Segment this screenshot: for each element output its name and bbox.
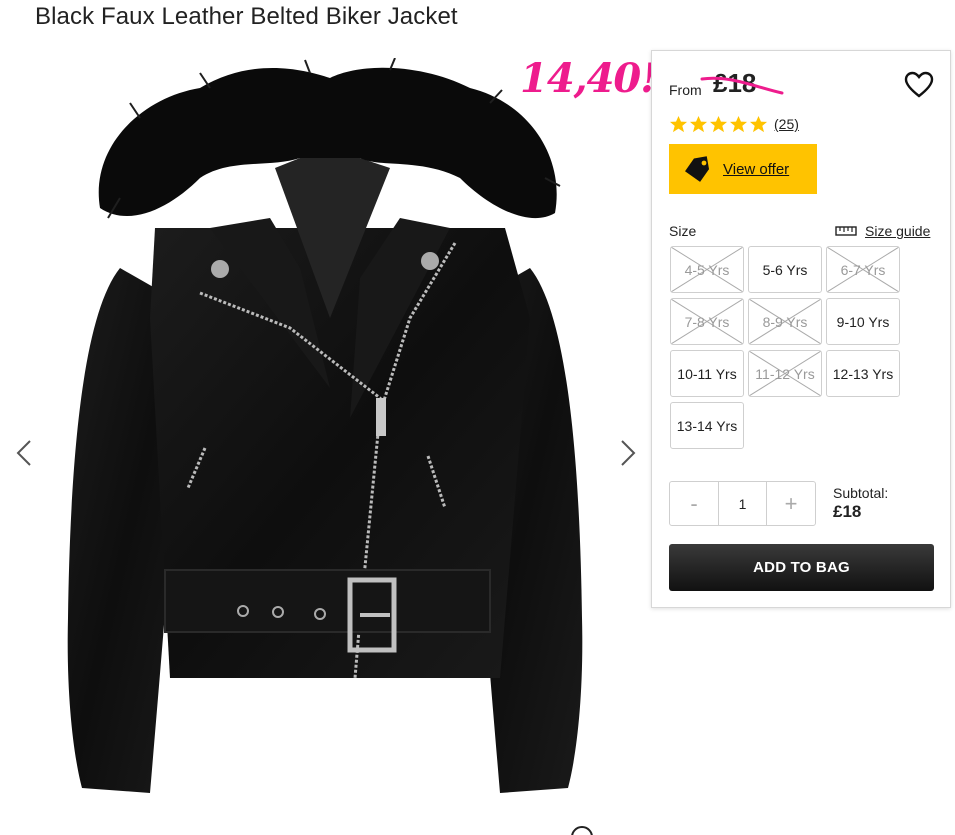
star-icon	[689, 115, 708, 133]
rating-stars	[669, 115, 768, 134]
size-option[interactable]: 11-12 Yrs	[748, 350, 822, 397]
size-option-label: 13-14 Yrs	[676, 417, 738, 434]
quantity-increase-button[interactable]: +	[767, 482, 815, 525]
product-title: Black Faux Leather Belted Biker Jacket	[35, 3, 458, 30]
chevron-right-icon[interactable]	[612, 433, 642, 473]
size-option-label: 5-6 Yrs	[762, 261, 808, 278]
size-option[interactable]: 7-8 Yrs	[670, 298, 744, 345]
product-image	[67, 58, 583, 793]
size-option[interactable]: 5-6 Yrs	[748, 246, 822, 293]
size-option[interactable]: 9-10 Yrs	[826, 298, 900, 345]
info-icon[interactable]	[571, 826, 593, 835]
subtotal-label: Subtotal:	[833, 485, 889, 501]
subtotal-value: £18	[833, 502, 862, 521]
original-price: £18	[713, 68, 757, 98]
size-option[interactable]: 6-7 Yrs	[826, 246, 900, 293]
size-option-label: 4-5 Yrs	[684, 261, 730, 278]
size-option[interactable]: 10-11 Yrs	[670, 350, 744, 397]
heart-icon[interactable]	[904, 71, 934, 99]
size-option-label: 10-11 Yrs	[677, 365, 737, 382]
handwritten-promo-price: 14,40!	[520, 55, 658, 102]
tag-icon	[685, 156, 710, 182]
size-option-label: 11-12 Yrs	[755, 365, 815, 382]
chevron-left-icon[interactable]	[10, 433, 40, 473]
purchase-panel: From £18 (25) View offer Size Size guide	[651, 50, 951, 608]
review-count-link[interactable]: (25)	[774, 116, 799, 132]
ruler-icon	[835, 226, 857, 236]
size-option-label: 7-8 Yrs	[684, 313, 730, 330]
star-icon	[709, 115, 728, 133]
size-guide-link[interactable]: Size guide	[835, 223, 930, 239]
quantity-decrease-button[interactable]: -	[670, 482, 718, 525]
size-option-label: 9-10 Yrs	[836, 313, 890, 330]
price-from-label: From	[669, 82, 702, 98]
add-to-bag-button[interactable]: ADD TO BAG	[669, 544, 934, 591]
size-option[interactable]: 8-9 Yrs	[748, 298, 822, 345]
view-offer-button[interactable]: View offer	[669, 144, 817, 194]
size-option-label: 12-13 Yrs	[832, 365, 894, 382]
quantity-stepper: - 1 +	[669, 481, 816, 526]
size-option[interactable]: 13-14 Yrs	[670, 402, 744, 449]
star-icon	[729, 115, 748, 133]
size-guide-label: Size guide	[865, 223, 931, 239]
size-option[interactable]: 12-13 Yrs	[826, 350, 900, 397]
view-offer-label: View offer	[723, 160, 790, 178]
size-option[interactable]: 4-5 Yrs	[670, 246, 744, 293]
size-option-label: 6-7 Yrs	[840, 261, 886, 278]
star-icon	[669, 115, 688, 133]
size-label: Size	[669, 223, 697, 239]
size-option-label: 8-9 Yrs	[762, 313, 808, 330]
star-icon	[749, 115, 768, 133]
quantity-value[interactable]: 1	[718, 482, 767, 525]
